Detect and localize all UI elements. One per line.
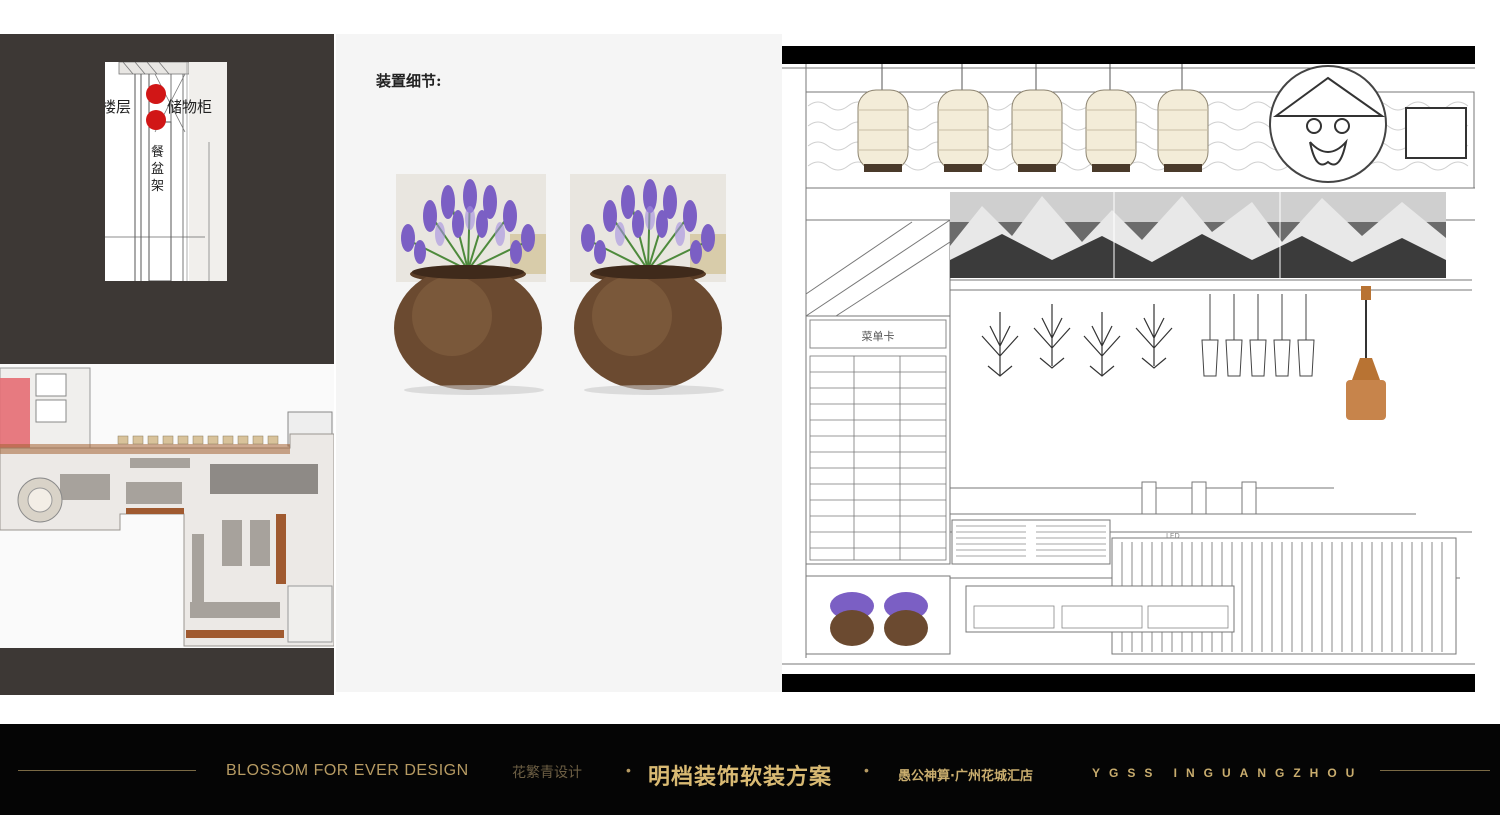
installation-detail-panel: 装置细节: <box>336 34 782 692</box>
footer-bar: BLOSSOM FOR EVER DESIGN 花繁青设计 • 明档装饰软装方案… <box>0 724 1500 815</box>
lantern-icon <box>857 64 909 172</box>
footer-bullet: • <box>626 762 631 778</box>
mountain-photo-strip <box>950 192 1446 278</box>
small-pot-plant-icon <box>884 592 928 646</box>
elevation-svg: 菜单卡 LED <box>782 46 1475 692</box>
elevation-drawing: 菜单卡 LED <box>782 46 1475 692</box>
lavender-pot-photo <box>390 174 546 399</box>
mini-plan-label-vertical: 餐盆架 <box>151 145 165 194</box>
footer-brand: BLOSSOM FOR EVER DESIGN <box>226 762 469 779</box>
mini-floor-plan: 楼层 储物柜 餐盆架 <box>105 62 227 281</box>
restaurant-floor-plan <box>0 364 334 648</box>
led-label: LED <box>1166 532 1180 540</box>
lavender-pot-photo <box>570 174 726 399</box>
presentation-slide: 楼层 储物柜 餐盆架 装置细节: 菜单卡 LED BLOSSOM FOR EVE… <box>0 0 1500 815</box>
footer-code: YGSS INGUANGZHOU <box>1092 766 1364 780</box>
mini-plan-label-cabinet: 储物柜 <box>167 98 213 116</box>
lantern-icon <box>1085 64 1137 172</box>
small-pot-plant-icon <box>830 592 874 646</box>
menu-board-header: 菜单卡 <box>862 330 895 343</box>
footer-store-name: 愚公神算·广州花城汇店 <box>898 769 1033 784</box>
lantern-marker-icon <box>146 110 166 130</box>
footer-bullet: • <box>864 762 869 778</box>
footer-brand-cn: 花繁青设计 <box>512 764 582 780</box>
footer-divider <box>1380 770 1490 771</box>
footer-divider <box>18 770 196 771</box>
lantern-icon <box>937 64 989 172</box>
lantern-icon <box>1157 64 1209 172</box>
section-title: 装置细节: <box>376 72 442 90</box>
lantern-icon <box>1011 64 1063 172</box>
mini-plan-label-floor: 楼层 <box>105 98 132 116</box>
floor-plan-drawing <box>0 364 334 648</box>
footer-title: 明档装饰软装方案 <box>648 765 833 790</box>
lantern-marker-icon <box>146 84 166 104</box>
sage-logo-icon <box>1269 65 1387 183</box>
left-bottom-panel <box>0 648 334 695</box>
copper-pendant-lamp-icon <box>1346 286 1386 420</box>
sign-panel-icon <box>1405 107 1467 159</box>
